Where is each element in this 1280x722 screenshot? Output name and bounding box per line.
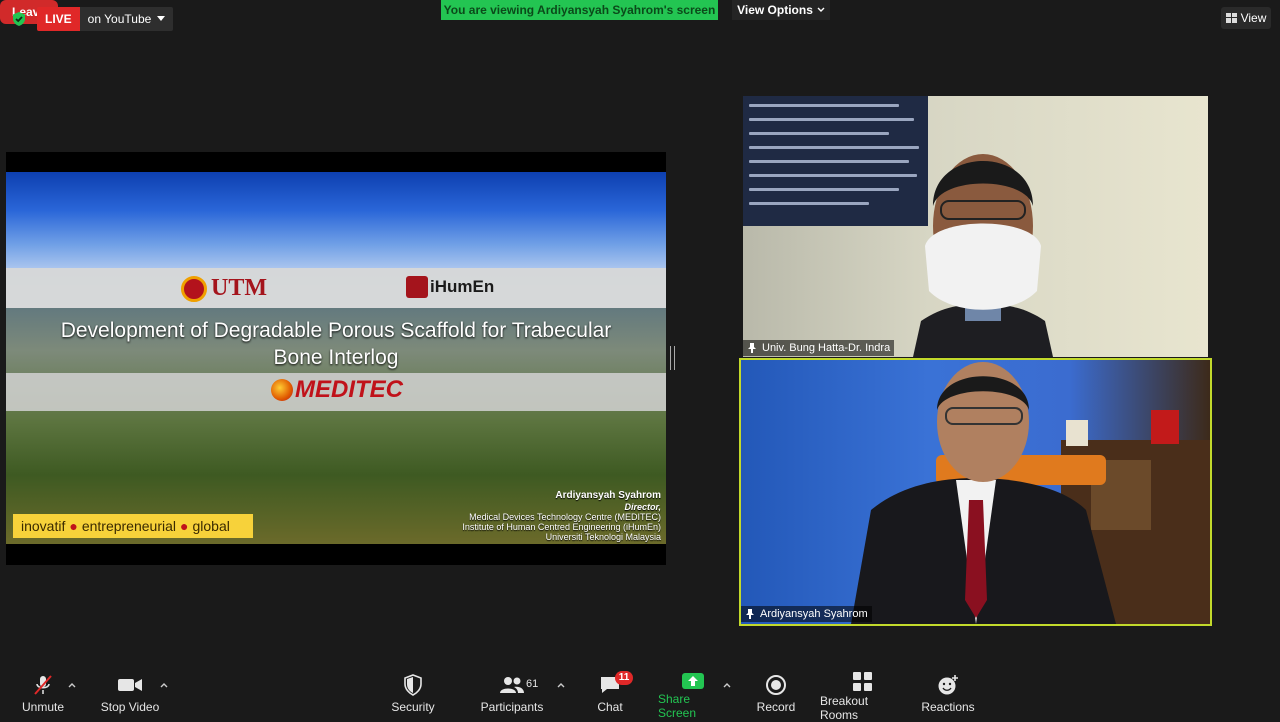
breakout-grid-icon <box>853 672 872 691</box>
ihumen-logo-text: iHumEn <box>430 277 495 296</box>
participants-icon <box>500 677 524 693</box>
share-screen-label: Share Screen <box>658 692 697 720</box>
video-options-caret-icon[interactable] <box>159 680 169 690</box>
meditec-logo: MEDITEC <box>271 376 403 404</box>
participant-video-figure <box>913 154 1053 357</box>
record-icon <box>766 675 786 695</box>
view-label: View <box>1240 11 1267 25</box>
camera-icon <box>118 679 142 691</box>
pin-icon <box>748 343 756 353</box>
live-destination-dropdown[interactable]: on YouTube <box>79 7 174 31</box>
poster-text-line <box>749 104 899 107</box>
security-button[interactable]: Security <box>388 672 438 716</box>
poster-text-line <box>749 146 919 149</box>
ihumen-logo: iHumEn <box>406 276 494 298</box>
reactions-label: Reactions <box>921 700 975 714</box>
utm-logo: UTM <box>181 275 267 302</box>
participant-name-tag: Ardiyansyah Syahrom <box>741 606 872 622</box>
live-stream-indicator[interactable]: LIVE on YouTube <box>37 7 174 31</box>
grid-view-icon <box>1225 13 1237 23</box>
slide-title: Development of Degradable Porous Scaffol… <box>26 317 646 371</box>
share-screen-button[interactable]: Share Screen <box>658 672 728 720</box>
background-poster <box>743 96 928 226</box>
ihumen-mark-icon <box>406 276 428 298</box>
utm-logo-text: UTM <box>211 275 267 301</box>
poster-text-line <box>749 188 899 191</box>
view-options-label: View Options <box>737 3 813 17</box>
record-label: Record <box>756 700 796 714</box>
slide-title-line2: Bone Interlog <box>273 346 399 369</box>
meditec-swoosh-icon <box>271 379 293 401</box>
participant-video-figure <box>851 362 1210 624</box>
breakout-rooms-label: Breakout Rooms <box>820 694 869 722</box>
pin-icon <box>746 609 754 619</box>
view-layout-button[interactable]: View <box>1221 7 1271 29</box>
video-tile-active-speaker[interactable]: Ardiyansyah Syahrom <box>739 358 1212 626</box>
reactions-smiley-icon <box>938 675 958 695</box>
shared-screen-slide: UTM iHumEn Development of Degradable Por… <box>6 152 666 565</box>
slide-title-line1: Development of Degradable Porous Scaffol… <box>60 319 612 342</box>
reactions-button[interactable]: Reactions <box>920 672 976 716</box>
presenter-role: Director, <box>624 502 661 512</box>
audio-options-caret-icon[interactable] <box>67 680 77 690</box>
participant-name: Ardiyansyah Syahrom <box>760 608 868 620</box>
slide-presenter-info: Ardiyansyah Syahrom Director, Medical De… <box>446 490 661 542</box>
participants-count: 61 <box>526 678 539 690</box>
poster-text-line <box>749 202 869 205</box>
live-destination-label: on YouTube <box>87 12 152 26</box>
viewing-banner: You are viewing Ardiyansyah Syahrom's sc… <box>441 0 718 20</box>
poster-text-line <box>749 160 909 163</box>
unmute-button[interactable]: Unmute <box>18 672 68 716</box>
presenter-name: Ardiyansyah Syahrom <box>555 490 661 501</box>
view-options-button[interactable]: View Options <box>732 0 830 20</box>
security-label: Security <box>391 700 435 714</box>
slide-sky-image <box>6 172 666 268</box>
tagline-word: entrepreneurial <box>81 518 176 534</box>
stop-video-button[interactable]: Stop Video <box>100 672 160 716</box>
tagline-dot-icon: ● <box>69 518 78 534</box>
presenter-line: Universiti Teknologi Malaysia <box>545 532 661 542</box>
live-badge: LIVE <box>37 7 80 31</box>
stop-video-label: Stop Video <box>100 700 160 714</box>
chat-unread-badge: 11 <box>615 671 633 685</box>
unmute-label: Unmute <box>21 700 65 714</box>
chat-label: Chat <box>597 700 623 714</box>
security-shield-icon <box>404 674 422 696</box>
mic-muted-icon <box>34 675 52 695</box>
share-screen-arrow-icon <box>682 673 704 689</box>
meditec-logo-text: MEDITEC <box>295 376 403 403</box>
video-tile-participant[interactable]: Univ. Bung Hatta-Dr. Indra <box>743 96 1208 357</box>
participant-name-tag: Univ. Bung Hatta-Dr. Indra <box>743 340 895 356</box>
breakout-rooms-button[interactable]: Breakout Rooms <box>820 672 906 722</box>
slide-logo-band <box>6 268 666 308</box>
tagline-word: global <box>192 518 230 534</box>
utm-crest-icon <box>181 275 207 302</box>
poster-text-line <box>749 118 914 121</box>
participants-label: Participants <box>480 700 544 714</box>
participants-options-caret-icon[interactable] <box>556 680 566 690</box>
participant-name: Univ. Bung Hatta-Dr. Indra <box>762 342 891 354</box>
split-view-drag-handle[interactable] <box>670 346 675 370</box>
shield-icon[interactable] <box>11 11 27 27</box>
poster-text-line <box>749 174 917 177</box>
slide-tagline: inovatif ● entrepreneurial ● global <box>13 514 253 538</box>
tagline-dot-icon: ● <box>180 518 189 534</box>
caret-down-icon <box>157 16 166 21</box>
poster-text-line <box>749 132 889 135</box>
presenter-line: Medical Devices Technology Centre (MEDIT… <box>469 512 661 522</box>
chevron-down-icon <box>817 7 825 12</box>
record-button[interactable]: Record <box>753 672 799 716</box>
tagline-word: inovatif <box>21 518 66 534</box>
presenter-line: Institute of Human Centred Engineering (… <box>462 522 661 532</box>
share-options-caret-icon[interactable] <box>722 680 732 690</box>
